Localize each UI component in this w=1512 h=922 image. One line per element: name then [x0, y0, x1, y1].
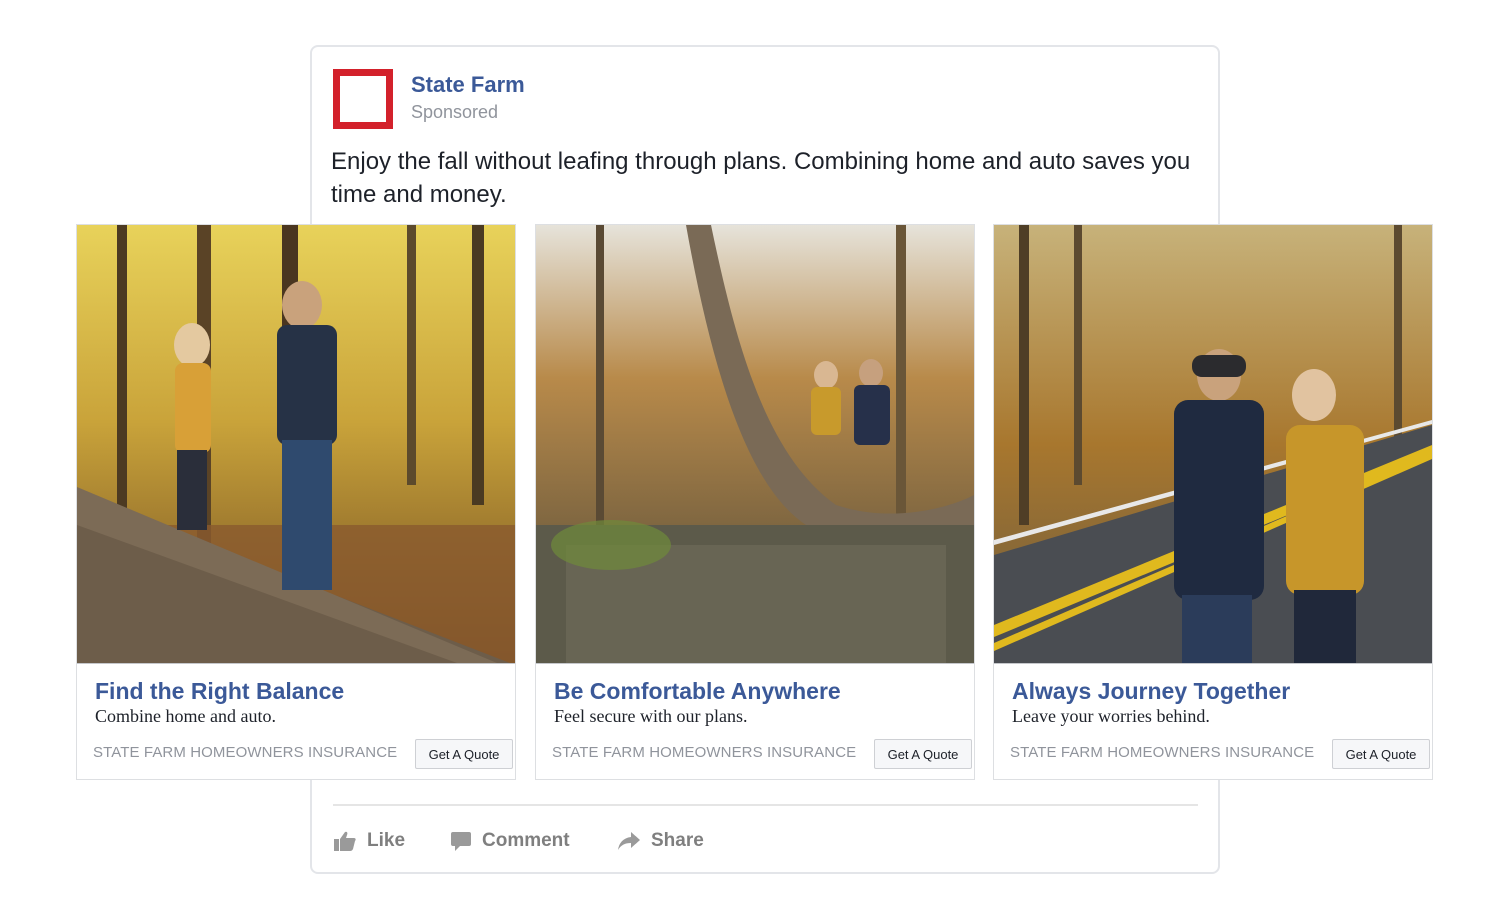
carousel-card-1[interactable]: Find the Right Balance Combine home and … [76, 224, 516, 780]
card-title[interactable]: Find the Right Balance [95, 678, 344, 705]
card-title[interactable]: Be Comfortable Anywhere [554, 678, 841, 705]
card-caption: STATE FARM HOMEOWNERS INSURANCE [93, 744, 398, 761]
like-button[interactable]: Like [333, 826, 405, 856]
card-caption: STATE FARM HOMEOWNERS INSURANCE [1010, 744, 1315, 761]
post-text: Enjoy the fall without leafing through p… [331, 148, 1191, 208]
card-description: Combine home and auto. [95, 706, 276, 726]
carousel-card-2[interactable]: Be Comfortable Anywhere Feel secure with… [535, 224, 975, 780]
get-a-quote-button[interactable]: Get A Quote [874, 739, 972, 769]
card-image-tree-branch[interactable] [536, 225, 974, 664]
get-a-quote-button[interactable]: Get A Quote [1332, 739, 1430, 769]
card-description: Leave your worries behind. [1012, 706, 1210, 726]
state-farm-logo[interactable] [333, 69, 393, 129]
card-image-road-couple[interactable] [994, 225, 1432, 664]
comment-icon [451, 832, 471, 851]
tree-branch-photo [536, 225, 974, 663]
thumbs-up-icon [334, 831, 356, 851]
get-a-quote-button[interactable]: Get A Quote [415, 739, 513, 769]
road-couple-photo [994, 225, 1432, 663]
sponsored-label[interactable]: Sponsored [411, 102, 498, 123]
carousel-card-3[interactable]: Always Journey Together Leave your worri… [993, 224, 1433, 780]
comment-label: Comment [482, 830, 570, 851]
card-caption: STATE FARM HOMEOWNERS INSURANCE [552, 744, 857, 761]
card-image-forest-log[interactable] [77, 225, 515, 664]
page-name-link[interactable]: State Farm [411, 72, 525, 98]
action-divider [333, 804, 1198, 806]
forest-log-photo [77, 225, 515, 663]
share-arrow-icon [618, 832, 640, 850]
comment-button[interactable]: Comment [450, 826, 570, 856]
share-label: Share [651, 830, 704, 851]
share-button[interactable]: Share [617, 826, 704, 856]
card-title[interactable]: Always Journey Together [1012, 678, 1290, 705]
card-description: Feel secure with our plans. [554, 706, 748, 726]
like-label: Like [367, 830, 406, 851]
